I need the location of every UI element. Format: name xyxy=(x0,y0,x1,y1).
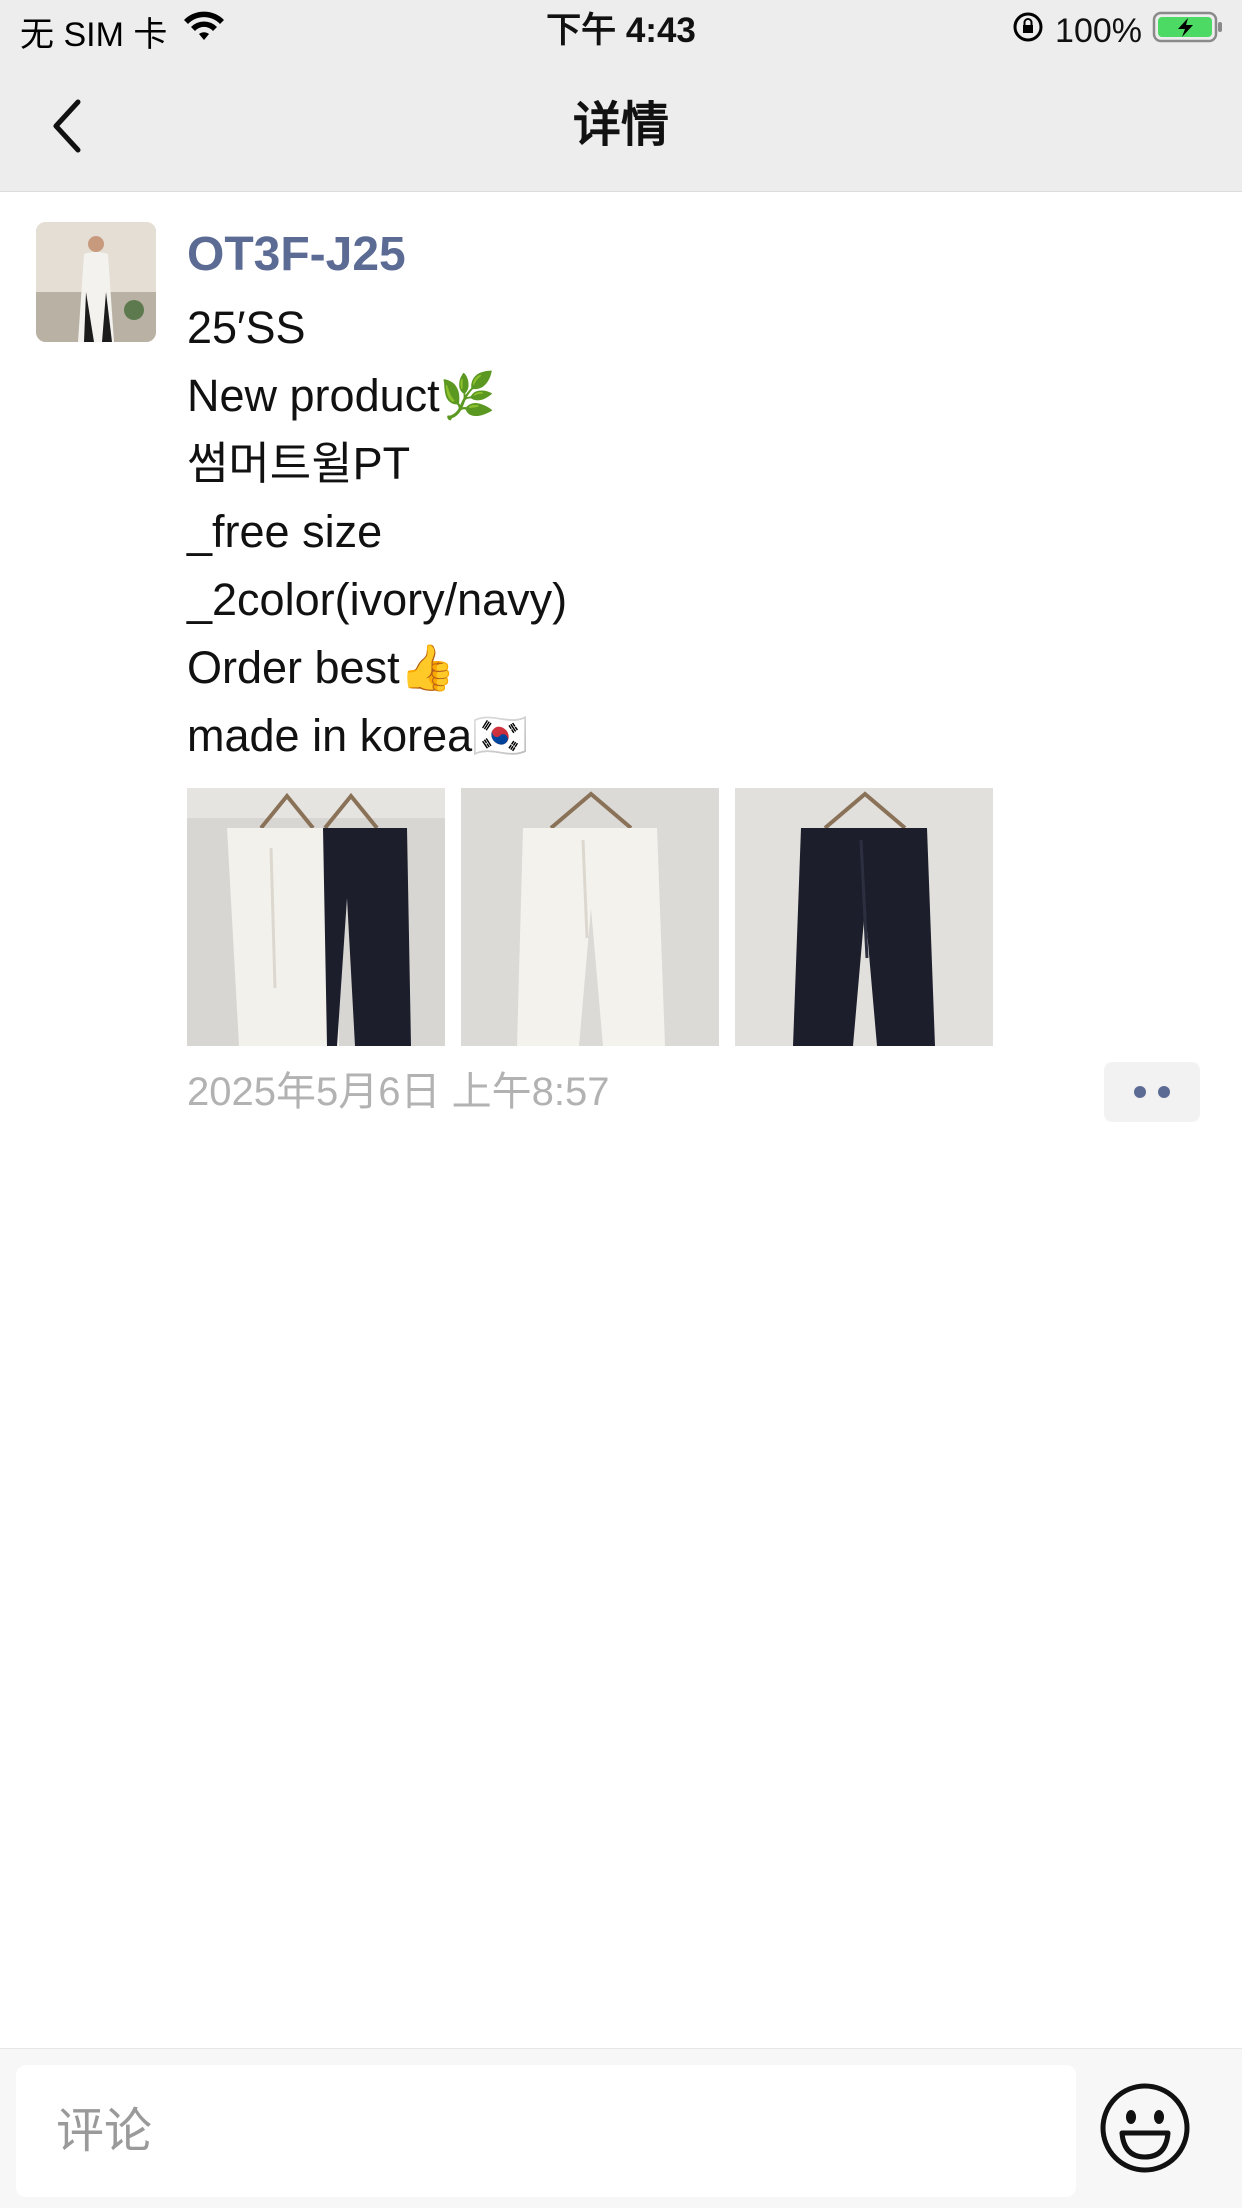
nav-bar: 详情 xyxy=(0,62,1242,192)
comment-bar xyxy=(0,2048,1242,2208)
status-right: 100% xyxy=(1011,10,1224,52)
page-title: 详情 xyxy=(572,99,669,152)
post-line: _2color(ivory/navy) xyxy=(187,574,568,625)
photo-thumbnail[interactable] xyxy=(735,788,993,1046)
post-line: made in korea🇰🇷 xyxy=(187,710,529,761)
smiley-icon xyxy=(1100,2083,1190,2173)
dot-icon xyxy=(1158,1086,1170,1098)
post-line: 썸머트윌PT xyxy=(187,438,411,489)
username[interactable]: OT3F-J25 xyxy=(187,222,1207,288)
photo-thumbnail[interactable] xyxy=(187,788,445,1046)
post-line: New product🌿 xyxy=(187,370,496,421)
post-line: 25′SS xyxy=(187,302,306,353)
orientation-lock-icon xyxy=(1011,10,1045,53)
battery-percent: 100% xyxy=(1055,11,1142,50)
post-text: 25′SS New product🌿 썸머트윌PT _free size _2c… xyxy=(187,294,1207,770)
status-bar: 无 SIM 卡 下午 4:43 100% xyxy=(0,0,1242,62)
meta-row: 2025年5月6日 上午8:57 xyxy=(187,1062,1207,1122)
photo-thumbnail[interactable] xyxy=(461,788,719,1046)
post-line: _free size xyxy=(187,506,383,557)
timestamp: 2025年5月6日 上午8:57 xyxy=(187,1070,610,1114)
photo-grid xyxy=(187,788,1207,1046)
emoji-button[interactable] xyxy=(1098,2081,1192,2175)
comment-input[interactable] xyxy=(16,2065,1076,2197)
battery-icon xyxy=(1152,9,1224,54)
avatar[interactable] xyxy=(36,222,156,342)
post-line: Order best👍 xyxy=(187,642,456,693)
dot-icon xyxy=(1134,1086,1146,1098)
post-body: OT3F-J25 25′SS New product🌿 썸머트윌PT _free… xyxy=(187,222,1207,1122)
more-options-button[interactable] xyxy=(1104,1062,1200,1122)
